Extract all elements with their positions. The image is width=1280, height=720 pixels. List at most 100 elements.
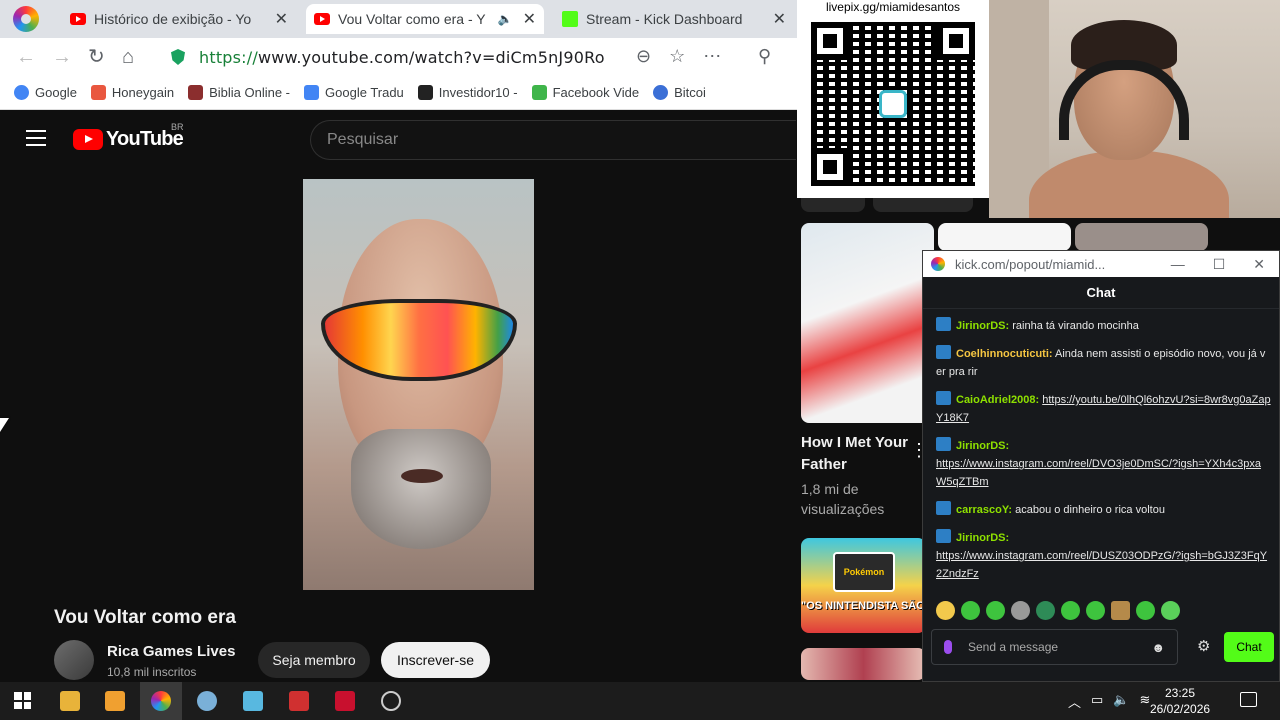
youtube-page: YouTube BR Vou Voltar como era Rica Game… xyxy=(0,110,800,680)
video-frame-beard xyxy=(351,429,491,549)
tab-kick-dashboard[interactable]: Stream - Kick Dashboard ✕ xyxy=(554,4,794,34)
chat-message-input[interactable] xyxy=(968,640,1152,654)
emote-icon[interactable] xyxy=(986,601,1005,620)
wifi-icon[interactable]: ≋ xyxy=(1140,692,1151,711)
forward-icon[interactable]: → xyxy=(52,46,72,68)
emote-icon[interactable] xyxy=(1011,601,1030,620)
search-icon[interactable]: ⚲ xyxy=(758,46,771,67)
bookmark-investidor10[interactable]: Investidor10 - xyxy=(417,85,518,100)
recommendation-thumbnail[interactable] xyxy=(801,648,926,680)
emote-icon[interactable] xyxy=(1036,601,1055,620)
chat-link[interactable]: https://www.instagram.com/reel/DVO3je0Dm… xyxy=(936,458,1261,488)
chat-header: Chat xyxy=(923,277,1279,309)
flash-icon[interactable] xyxy=(335,691,355,711)
qr-finder xyxy=(811,22,849,60)
reload-icon[interactable]: ↻ xyxy=(88,46,105,68)
app-icon[interactable] xyxy=(243,691,263,711)
chat-message: JirinorDS: rainha tá virando mocinha xyxy=(936,317,1271,335)
recommendation-thumbnail[interactable] xyxy=(938,223,1071,251)
channel-avatar[interactable] xyxy=(54,640,94,680)
youtube-favicon-icon xyxy=(314,13,330,25)
badge-icon xyxy=(936,391,951,405)
close-tab-icon[interactable]: ✕ xyxy=(773,9,786,29)
badge-icon xyxy=(936,437,951,451)
more-options-icon[interactable]: ⋯ xyxy=(703,46,721,67)
honeygain-icon xyxy=(90,85,106,100)
tab-watch-history[interactable]: Histórico de exibição - Yo ✕ xyxy=(62,4,296,34)
chat-username[interactable]: JirinorDS: xyxy=(956,320,1009,332)
chat-username[interactable]: CaioAdriel2008: xyxy=(956,394,1039,406)
chat-username[interactable]: Coelhinnocuticuti: xyxy=(956,348,1053,360)
thumb-caption: "OS NINTENDISTA SÃO MUITO IMBE xyxy=(801,600,926,612)
chat-link[interactable]: https://www.instagram.com/reel/DUSZ03ODP… xyxy=(936,550,1267,580)
qr-code-image xyxy=(811,22,975,186)
chat-message: Coelhinnocuticuti: Ainda nem assisti o e… xyxy=(936,345,1271,381)
emote-icon[interactable] xyxy=(1111,601,1130,620)
windows-start-icon[interactable] xyxy=(14,692,31,709)
home-icon[interactable]: ⌂ xyxy=(122,46,134,68)
gear-icon[interactable]: ⚙ xyxy=(1197,637,1210,655)
emote-icon[interactable] xyxy=(1161,601,1180,620)
bookmark-bitcoin[interactable]: Bitcoi xyxy=(653,85,706,100)
webcam-overlay xyxy=(989,0,1280,218)
zoom-icon[interactable]: ⊖ xyxy=(636,46,651,67)
url-text[interactable]: https://www.youtube.com/watch?v=diCm5nJ9… xyxy=(199,48,605,67)
network-icon[interactable]: ▭ xyxy=(1091,692,1103,711)
taskbar-clock[interactable]: 23:25 26/02/2026 xyxy=(1150,685,1210,717)
recommendation-title[interactable]: How I Met Your Father xyxy=(801,432,911,476)
channel-name[interactable]: Rica Games Lives xyxy=(107,643,235,660)
browser-taskbar-icon[interactable] xyxy=(151,691,171,711)
bookmark-google-tradutor[interactable]: Google Tradu xyxy=(304,85,404,100)
bookmark-honeygain[interactable]: Honeygain xyxy=(90,85,174,100)
emote-icon[interactable] xyxy=(961,601,980,620)
back-icon[interactable]: ← xyxy=(16,46,36,68)
close-tab-icon[interactable]: ✕ xyxy=(523,9,536,29)
youtube-logo[interactable]: YouTube BR xyxy=(73,122,184,151)
chat-username[interactable]: JirinorDS: xyxy=(956,440,1009,452)
chat-username[interactable]: carrascoY: xyxy=(956,504,1012,516)
notification-icon[interactable] xyxy=(1240,692,1257,707)
volume-icon[interactable]: 🔈 xyxy=(1113,692,1129,711)
emote-icon[interactable] xyxy=(936,601,955,620)
browser-logo-icon[interactable] xyxy=(13,6,39,32)
speaker-icon[interactable]: 🔈 xyxy=(498,12,513,26)
qr-finder xyxy=(811,148,849,186)
recommendation-views: 1,8 mi de visualizações xyxy=(801,481,885,517)
recommendation-thumbnail[interactable] xyxy=(1075,223,1208,251)
youtube-play-icon xyxy=(73,129,103,150)
bookmark-facebook-video[interactable]: Facebook Vide xyxy=(531,85,639,100)
bookmark-google[interactable]: Google xyxy=(14,85,77,100)
translate-icon xyxy=(304,85,320,100)
tray-chevron-icon[interactable]: ︿ xyxy=(1068,692,1081,711)
recommendation-thumbnail[interactable] xyxy=(801,223,934,423)
send-chat-button[interactable]: Chat xyxy=(1224,632,1274,662)
file-explorer-icon[interactable] xyxy=(60,691,80,711)
join-member-button[interactable]: Seja membro xyxy=(258,642,370,678)
media-player-icon[interactable] xyxy=(105,691,125,711)
hamburger-menu-icon[interactable] xyxy=(26,130,46,146)
video-player[interactable] xyxy=(303,179,534,590)
paint-icon[interactable] xyxy=(197,691,217,711)
recommendation-thumbnail[interactable]: Pokémon "OS NINTENDISTA SÃO MUITO IMBE xyxy=(801,538,926,633)
maximize-icon[interactable]: ☐ xyxy=(1213,256,1226,273)
calculator-icon[interactable] xyxy=(289,691,309,711)
video-frame-mouth xyxy=(401,469,443,483)
minimize-icon[interactable]: — xyxy=(1171,256,1185,273)
obs-icon[interactable] xyxy=(381,691,401,711)
address-bar-actions: ⊖ ☆ ⋯ xyxy=(636,46,721,67)
bookmark-biblia[interactable]: Biblia Online - xyxy=(188,85,290,100)
microphone-icon[interactable] xyxy=(944,640,952,654)
chat-username[interactable]: JirinorDS: xyxy=(956,532,1009,544)
badge-icon xyxy=(936,317,951,331)
search-input[interactable] xyxy=(327,131,800,149)
close-icon[interactable]: ✕ xyxy=(1253,256,1265,273)
qr-label: livepix.gg/miamidesantos xyxy=(825,0,961,14)
subscribe-button[interactable]: Inscrever-se xyxy=(381,642,490,678)
bookmark-star-icon[interactable]: ☆ xyxy=(669,46,685,67)
emote-icon[interactable] xyxy=(1061,601,1080,620)
emote-icon[interactable] xyxy=(1136,601,1155,620)
emote-icon[interactable] xyxy=(1086,601,1105,620)
tab-current-video[interactable]: Vou Voltar como era - Y 🔈 ✕ xyxy=(306,4,544,34)
close-tab-icon[interactable]: ✕ xyxy=(275,9,288,29)
emoji-icon[interactable]: ☻ xyxy=(1151,640,1165,655)
